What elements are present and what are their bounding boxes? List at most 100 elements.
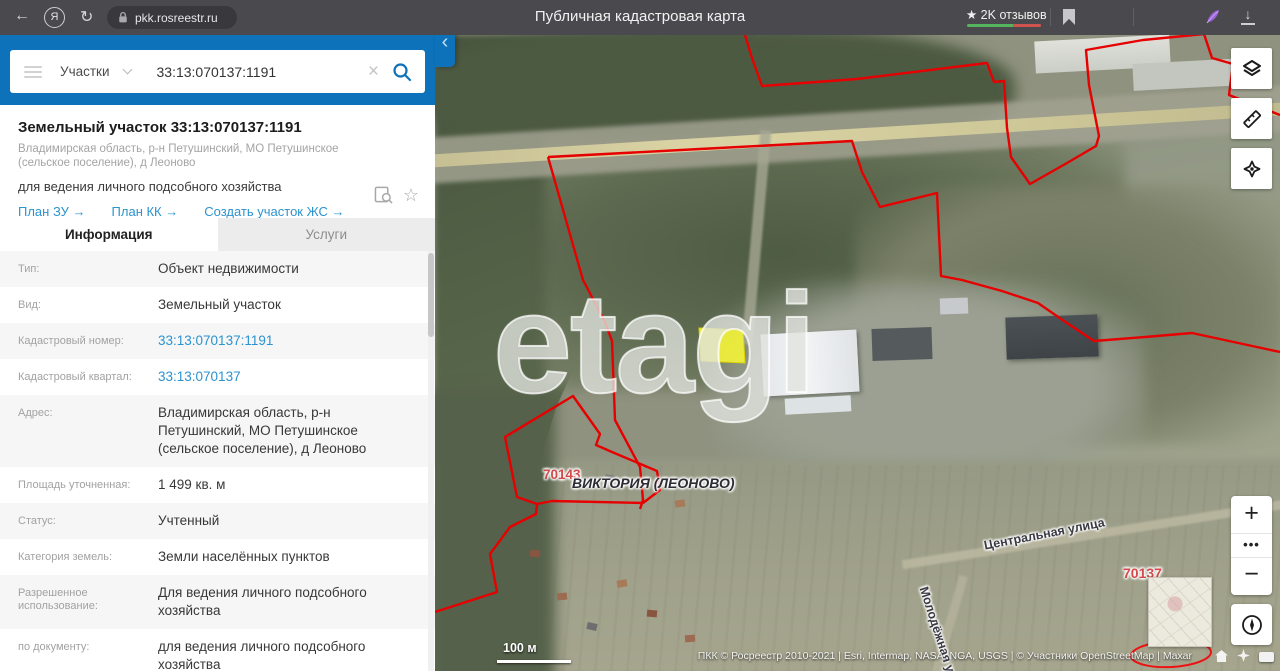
search-input[interactable]: 33:13:070137:1191	[157, 64, 368, 80]
satellite-field	[545, 140, 1125, 390]
building	[1132, 58, 1246, 91]
plan-kk-link[interactable]: План КК →	[112, 204, 179, 219]
house-roof	[674, 499, 686, 508]
map-canvas[interactable]: etagi 70143 ВИКТОРИЯ (ЛЕОНОВО) 70137 Цен…	[435, 35, 1280, 671]
satellite-forest	[435, 35, 1015, 155]
etagi-watermark: etagi	[492, 264, 817, 423]
building	[1034, 35, 1171, 74]
boundary-parcel-south	[547, 139, 1280, 354]
boundary-snt-tail	[435, 503, 539, 614]
quarter-number-label: 70143	[543, 467, 581, 482]
search-area: Участки 33:13:070137:1191 ×	[0, 35, 435, 105]
boundary-road-north	[743, 35, 1207, 186]
table-row: Статус: Учтенный	[0, 503, 435, 539]
snt-name-label: ВИКТОРИЯ (ЛЕОНОВО)	[572, 475, 735, 491]
page-title: Публичная кадастровая карта	[534, 8, 746, 25]
satellite-forest	[435, 390, 555, 671]
central-street-road	[901, 497, 1280, 570]
building	[871, 326, 933, 362]
sparkle-icon	[1237, 649, 1250, 662]
compass-icon	[1241, 614, 1262, 635]
ruler-icon	[1242, 109, 1261, 128]
house-roof	[604, 474, 616, 483]
layers-button[interactable]	[1231, 48, 1272, 89]
zoom-control: + ••• −	[1231, 496, 1272, 595]
satellite-forest	[435, 35, 755, 671]
toolbar-divider	[1050, 8, 1051, 26]
crosshair-star-icon	[1243, 160, 1260, 177]
table-row: Кадастровый номер: 33:13:070137:1191	[0, 323, 435, 359]
maxar-scribble	[1130, 639, 1212, 669]
parcel-location: Владимирская область, р-н Петушинский, М…	[18, 143, 339, 169]
yandex-feather-icon[interactable]	[1203, 7, 1223, 27]
warehouse-building	[784, 395, 852, 415]
table-row: Кадастровый квартал: 33:13:070137	[0, 359, 435, 395]
create-zhs-link[interactable]: Создать участок ЖС →	[204, 204, 344, 219]
download-icon[interactable]: ↓	[1240, 6, 1256, 25]
parcel-permitted-use: для ведения личного подсобного хозяйства	[18, 179, 282, 194]
tab-services[interactable]: Услуги	[217, 218, 435, 251]
highway-road	[435, 100, 1280, 169]
search-box: Участки 33:13:070137:1191 ×	[10, 50, 425, 93]
house-roof	[684, 634, 696, 643]
table-row: Разрешенное использование: Для ведения ли…	[0, 575, 435, 629]
table-row: Площадь уточненная: 1 499 кв. м	[18, 477, 226, 492]
table-row: Адрес: Владимирская область, р-н Петушинс…	[0, 395, 435, 467]
panel-scrollbar[interactable]	[428, 251, 434, 671]
measure-button[interactable]	[1231, 98, 1272, 139]
dirt-track	[741, 129, 772, 346]
toolbar-divider	[1133, 8, 1134, 26]
scale-bar	[497, 660, 571, 663]
scale-label: 100 м	[503, 641, 537, 655]
reviews-badge[interactable]: ★ 2K отзывов	[966, 7, 1047, 22]
boundary-snt-polygon	[503, 394, 662, 506]
satellite-clearing	[715, 280, 1145, 490]
chevron-down-icon[interactable]	[122, 64, 132, 75]
parcel-attributes-table: Тип: Объект недвижимости Вид: Земельный уч…	[0, 251, 435, 671]
street-label-central: Центральная улица	[982, 515, 1106, 553]
molodezhnaya-road	[915, 574, 968, 671]
selected-parcel-highlight[interactable]	[698, 327, 746, 364]
zoom-out-button[interactable]: −	[1231, 558, 1272, 595]
table-row: Вид: Земельный участок	[18, 297, 281, 312]
favorite-star-icon[interactable]: ☆	[403, 186, 419, 204]
search-category-dropdown[interactable]: Участки	[60, 64, 110, 79]
street-label-molodezhnaya: Молодёжная улица	[916, 585, 967, 671]
info-panel: Участки 33:13:070137:1191 × Земельный уч…	[0, 35, 435, 671]
table-row: по документу: для ведения личного подсобн…	[18, 639, 366, 671]
extract-search-icon[interactable]	[374, 186, 393, 204]
zoom-in-button[interactable]: +	[1231, 496, 1272, 533]
cadastral-number-link[interactable]: 33:13:070137:1191	[158, 332, 419, 350]
cadastral-boundaries-layer	[435, 35, 1280, 669]
plan-zu-link[interactable]: План ЗУ →	[18, 204, 86, 219]
tabs-bar: Информация Услуги	[0, 218, 435, 251]
table-row: Тип: Объект недвижимости	[0, 251, 435, 287]
frame-icon	[1259, 652, 1274, 662]
house-roof	[586, 622, 598, 631]
house-roof	[646, 609, 658, 618]
building	[1005, 314, 1099, 360]
parcel-title: Земельный участок 33:13:070137:1191	[18, 119, 302, 136]
table-row: Категория земель: Земли населённых пункто…	[18, 549, 330, 564]
reviews-rating-bar	[967, 24, 1041, 27]
parcel-card: Земельный участок 33:13:070137:1191 Влад…	[0, 105, 435, 219]
my-location-button[interactable]	[1231, 604, 1272, 645]
map-attribution: ПКК © Росреестр 2010-2021 | Esri, Interm…	[697, 650, 1192, 662]
menu-icon[interactable]	[24, 63, 42, 81]
search-icon[interactable]	[391, 61, 413, 83]
clear-search-icon[interactable]: ×	[368, 61, 379, 83]
pkk-app-window: ← Я ↻ pkk.rosreestr.ru Публичная кадастр…	[0, 0, 1280, 671]
highway-corridor	[435, 83, 1280, 185]
zoom-more-button[interactable]: •••	[1231, 533, 1272, 558]
house-roof	[556, 592, 568, 601]
position-button[interactable]	[1231, 148, 1272, 189]
satellite-village	[435, 460, 1280, 671]
cadastral-quarter-link[interactable]: 33:13:070137	[158, 368, 419, 386]
warehouse-building	[760, 329, 860, 397]
house-roof	[616, 579, 628, 588]
satellite-field	[855, 185, 1280, 445]
boundary-parcel-west	[546, 156, 645, 510]
satellite-village-texture	[435, 465, 1280, 671]
tab-information[interactable]: Информация	[0, 218, 218, 251]
building	[939, 297, 969, 315]
